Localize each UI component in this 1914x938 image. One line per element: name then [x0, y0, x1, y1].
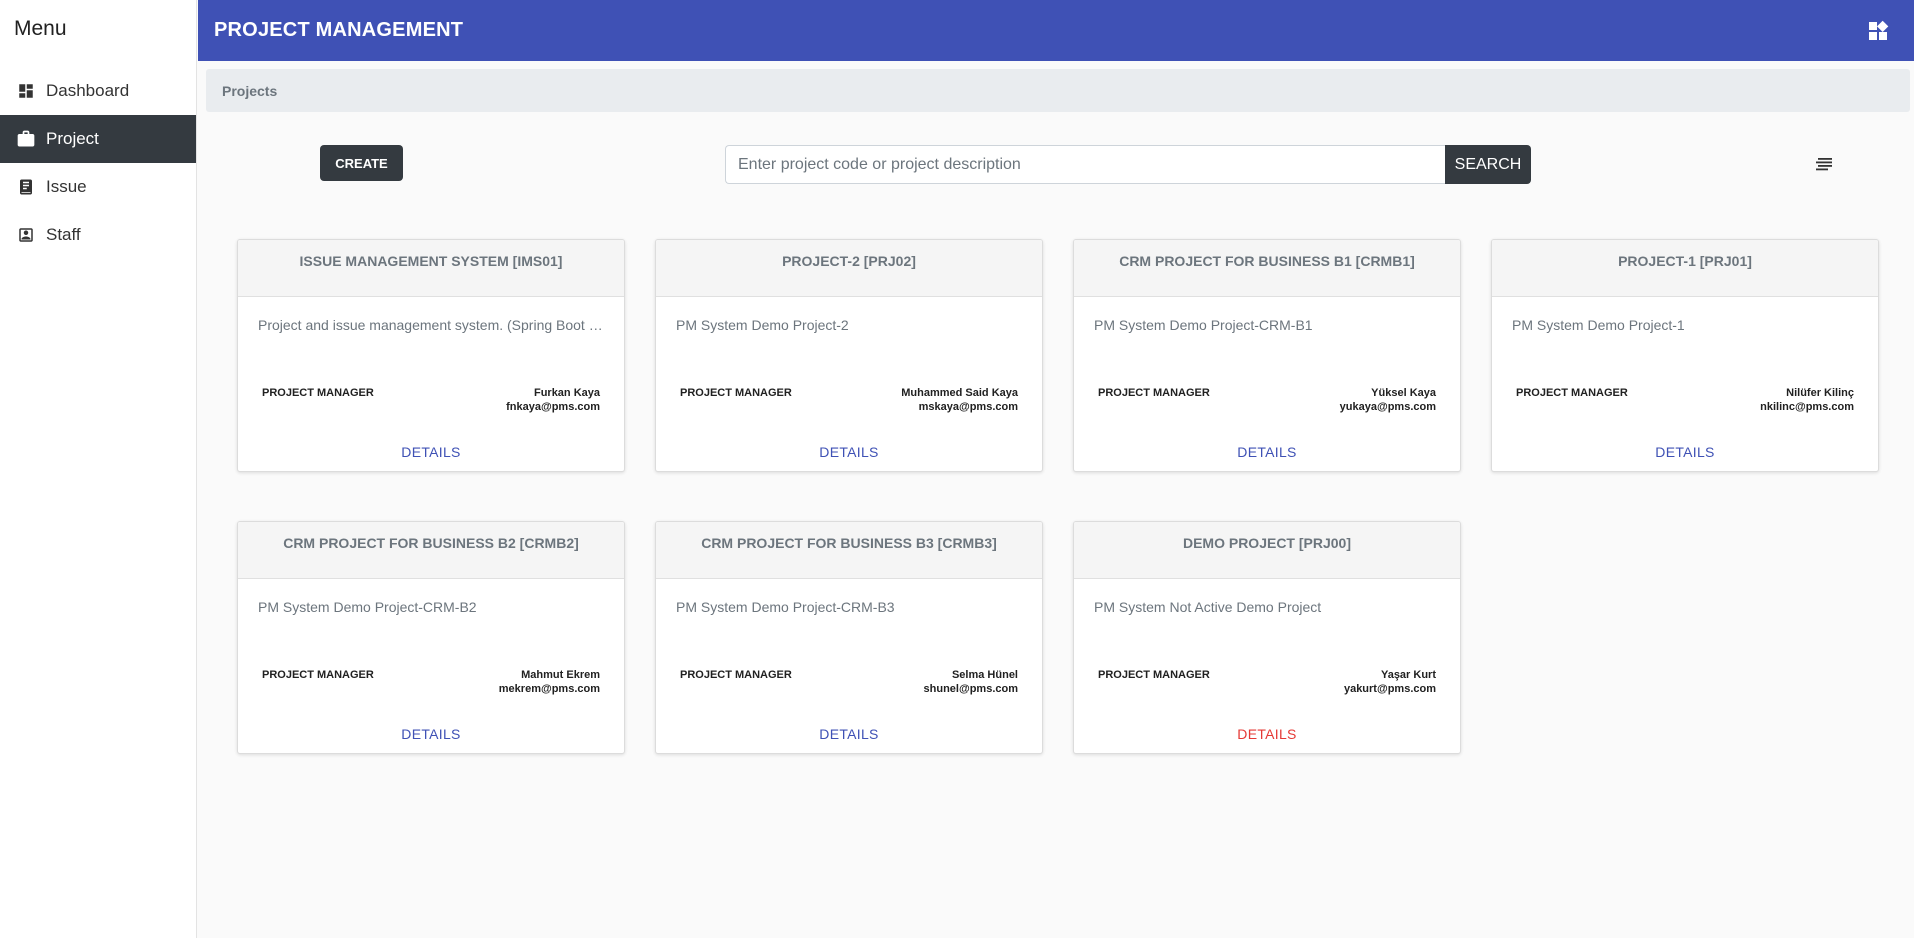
sidebar-nav: Dashboard Project Issue Staff [0, 67, 196, 259]
project-manager-label: PROJECT MANAGER [680, 387, 792, 399]
sidebar-item-staff[interactable]: Staff [0, 211, 196, 259]
book-icon [16, 177, 36, 197]
sidebar-item-issue[interactable]: Issue [0, 163, 196, 211]
project-manager-email: yukaya@pms.com [1339, 401, 1436, 413]
breadcrumb: Projects [206, 69, 1910, 112]
project-manager-name: Selma Hünel [951, 669, 1018, 681]
sidebar-item-label: Dashboard [46, 81, 130, 100]
project-card: CRM PROJECT FOR BUSINESS B2 [CRMB2] PM Sy… [237, 521, 625, 754]
project-manager-label: PROJECT MANAGER [262, 387, 374, 399]
details-link[interactable]: DETAILS [1492, 444, 1878, 460]
project-title: PROJECT-1 [PRJ01] [1618, 253, 1752, 269]
project-title: CRM PROJECT FOR BUSINESS B3 [CRMB3] [701, 535, 997, 551]
project-card: CRM PROJECT FOR BUSINESS B1 [CRMB1] PM Sy… [1073, 239, 1461, 472]
briefcase-icon [16, 129, 36, 149]
project-card-header: PROJECT-2 [PRJ02] [656, 240, 1042, 297]
project-manager-email: yakurt@pms.com [1343, 683, 1436, 695]
sort-icon[interactable] [1814, 153, 1836, 175]
app-title: PROJECT MANAGEMENT [214, 19, 464, 41]
details-link[interactable]: DETAILS [1074, 726, 1460, 742]
project-manager-email: mskaya@pms.com [918, 401, 1018, 413]
project-manager-name: Yüksel Kaya [1371, 387, 1436, 399]
project-manager-email: shunel@pms.com [923, 683, 1018, 695]
project-card-header: PROJECT-1 [PRJ01] [1492, 240, 1878, 297]
project-title: CRM PROJECT FOR BUSINESS B1 [CRMB1] [1119, 253, 1415, 269]
project-card-header: CRM PROJECT FOR BUSINESS B3 [CRMB3] [656, 522, 1042, 579]
menu-title: Menu [14, 17, 67, 40]
project-manager-label: PROJECT MANAGER [1516, 387, 1628, 399]
details-link[interactable]: DETAILS [1074, 444, 1460, 460]
project-manager-name: Yaşar Kurt [1380, 669, 1436, 681]
project-card: PROJECT-2 [PRJ02] PM System Demo Project-… [655, 239, 1043, 472]
project-card-header: CRM PROJECT FOR BUSINESS B2 [CRMB2] [238, 522, 624, 579]
project-manager-name: Nilüfer Kilinç [1786, 387, 1854, 399]
app-header: PROJECT MANAGEMENT [198, 0, 1914, 61]
widgets-icon[interactable] [1866, 19, 1890, 43]
sidebar: Menu Dashboard Project Issue Staff [0, 0, 197, 938]
project-card: CRM PROJECT FOR BUSINESS B3 [CRMB3] PM Sy… [655, 521, 1043, 754]
details-link[interactable]: DETAILS [238, 444, 624, 460]
contact-icon [16, 225, 36, 245]
project-description: PM System Not Active Demo Project [1094, 599, 1322, 615]
project-description: Project and issue management system. (Sp… [258, 317, 604, 333]
project-title: CRM PROJECT FOR BUSINESS B2 [CRMB2] [283, 535, 579, 551]
project-description: PM System Demo Project-1 [1512, 317, 1685, 333]
project-description: PM System Demo Project-2 [676, 317, 849, 333]
details-link[interactable]: DETAILS [238, 726, 624, 742]
project-description: PM System Demo Project-CRM-B3 [676, 599, 895, 615]
details-link[interactable]: DETAILS [656, 726, 1042, 742]
sidebar-item-dashboard[interactable]: Dashboard [0, 67, 196, 115]
search-button[interactable]: SEARCH [1445, 145, 1531, 184]
project-manager-label: PROJECT MANAGER [680, 669, 792, 681]
project-card-header: DEMO PROJECT [PRJ00] [1074, 522, 1460, 579]
project-manager-label: PROJECT MANAGER [1098, 387, 1210, 399]
project-manager-label: PROJECT MANAGER [1098, 669, 1210, 681]
project-manager-name: Muhammed Said Kaya [901, 387, 1018, 399]
search-input[interactable] [725, 145, 1446, 184]
sidebar-item-label: Issue [46, 177, 87, 196]
project-card-header: ISSUE MANAGEMENT SYSTEM [IMS01] [238, 240, 624, 297]
project-manager-name: Mahmut Ekrem [521, 669, 600, 681]
create-project-button[interactable]: CREATE [320, 145, 403, 181]
dashboard-icon [16, 81, 36, 101]
project-card: ISSUE MANAGEMENT SYSTEM [IMS01] Project a… [237, 239, 625, 472]
sidebar-item-label: Project [46, 129, 99, 148]
project-manager-email: mekrem@pms.com [498, 683, 600, 695]
project-description: PM System Demo Project-CRM-B1 [1094, 317, 1313, 333]
project-manager-email: fnkaya@pms.com [506, 401, 600, 413]
project-card-grid: ISSUE MANAGEMENT SYSTEM [IMS01] Project a… [237, 239, 1880, 754]
project-title: ISSUE MANAGEMENT SYSTEM [IMS01] [299, 253, 563, 269]
project-title: PROJECT-2 [PRJ02] [782, 253, 916, 269]
project-card-header: CRM PROJECT FOR BUSINESS B1 [CRMB1] [1074, 240, 1460, 297]
sidebar-item-label: Staff [46, 225, 81, 244]
project-manager-name: Furkan Kaya [533, 387, 600, 399]
project-card: PROJECT-1 [PRJ01] PM System Demo Project-… [1491, 239, 1879, 472]
project-card: DEMO PROJECT [PRJ00] PM System Not Active… [1073, 521, 1461, 754]
details-link[interactable]: DETAILS [656, 444, 1042, 460]
sidebar-item-project[interactable]: Project [0, 115, 196, 163]
project-description: PM System Demo Project-CRM-B2 [258, 599, 477, 615]
project-manager-email: nkilinc@pms.com [1760, 401, 1854, 413]
project-title: DEMO PROJECT [PRJ00] [1182, 535, 1352, 551]
breadcrumb-item-projects: Projects [222, 82, 278, 99]
project-manager-label: PROJECT MANAGER [262, 669, 374, 681]
